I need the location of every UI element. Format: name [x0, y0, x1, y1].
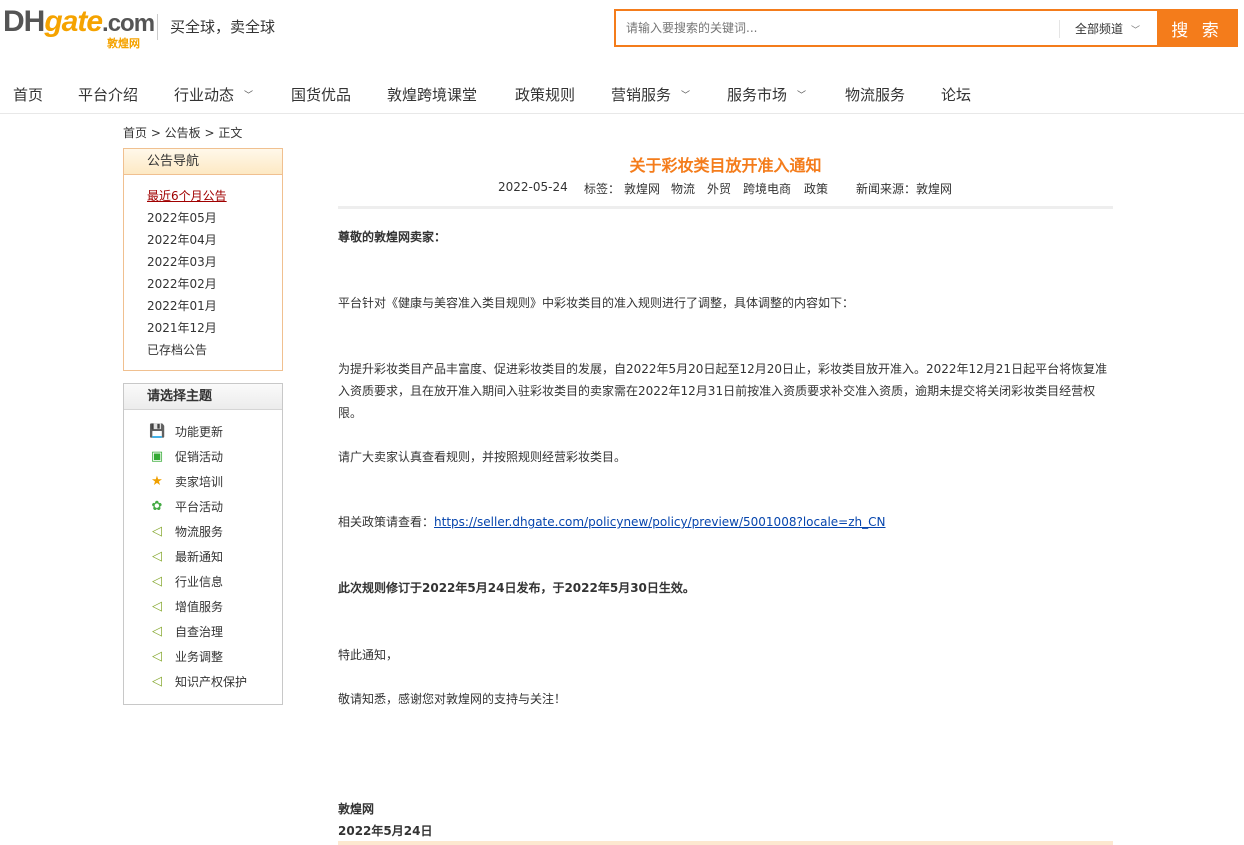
search-category-select[interactable]: 全部频道 ﹀	[1059, 20, 1159, 38]
bottom-divider	[338, 841, 1113, 845]
article-date: 2022-05-24	[498, 180, 568, 194]
source-name: 敦煌网	[916, 182, 953, 196]
topic-item[interactable]: ◁ 业务调整	[149, 649, 247, 674]
gift-icon: ▣	[150, 449, 164, 464]
topic-item[interactable]: ◁ 增值服务	[149, 599, 247, 624]
breadcrumb[interactable]: 首页 > 公告板 > 正文	[123, 124, 242, 141]
topic-item[interactable]: 💾 功能更新	[149, 424, 247, 449]
signature-org: 敦煌网	[338, 802, 375, 816]
save-icon: 💾	[149, 424, 166, 439]
notice-nav-item[interactable]: 已存档公告	[147, 342, 227, 364]
paragraph: 请广大卖家认真查看规则，并按照规则经营彩妆类目。	[338, 450, 627, 464]
notice-nav-item[interactable]: 2022年03月	[147, 254, 227, 276]
topic-item[interactable]: ◁ 自查治理	[149, 624, 247, 649]
notice-nav-item[interactable]: 2022年02月	[147, 276, 227, 298]
notice-nav-item[interactable]: 2022年01月	[147, 298, 227, 320]
tags-label: 标签：	[584, 182, 621, 196]
nav-domestic-goods[interactable]: 国货优品	[291, 84, 351, 105]
speaker-icon: ◁	[152, 524, 162, 539]
chevron-down-icon: ﹀	[244, 91, 254, 101]
topic-item[interactable]: ★ 卖家培训	[149, 474, 247, 499]
panel-title: 公告导航	[124, 149, 282, 175]
chevron-down-icon: ﹀	[1131, 26, 1141, 36]
notice-nav-item[interactable]: 2022年05月	[147, 210, 227, 232]
tag-link[interactable]: 敦煌网	[624, 180, 660, 197]
search-bar: 全部频道﹀ 搜 索	[614, 9, 1238, 47]
paragraph: 特此通知，	[338, 648, 399, 662]
policy-link[interactable]: https://seller.dhgate.com/policynew/poli…	[434, 515, 885, 529]
chevron-down-icon: ﹀	[797, 91, 807, 101]
slogan: 买全球，卖全球	[170, 18, 276, 36]
main-nav: 首页 平台介绍 行业动态 ﹀ 国货优品 敦煌跨境课堂 政策规则 营销服务 ﹀ 服务市…	[0, 72, 1244, 114]
tag-link[interactable]: 政策	[804, 180, 828, 197]
tag-link[interactable]: 外贸	[707, 180, 731, 197]
tag-link[interactable]: 物流	[671, 180, 695, 197]
topic-item[interactable]: ◁ 物流服务	[149, 524, 247, 549]
notice-nav-item[interactable]: 最近6个月公告	[147, 188, 227, 210]
topic-item[interactable]: ✿ 平台活动	[149, 499, 247, 524]
speaker-icon: ◁	[152, 624, 162, 639]
nav-forum[interactable]: 论坛	[941, 84, 971, 105]
nav-marketing[interactable]: 营销服务 ﹀	[611, 84, 690, 105]
speaker-icon: ◁	[152, 649, 162, 664]
dhgate-logo[interactable]: DHgate.com 敦煌网	[3, 5, 155, 50]
article-title: 关于彩妆类目放开准入通知	[629, 156, 822, 175]
notice-nav-item[interactable]: 2022年04月	[147, 232, 227, 254]
policy-paragraph: 相关政策请查看：https://seller.dhgate.com/policy…	[338, 515, 886, 529]
logo-divider	[157, 14, 158, 40]
nav-logistics[interactable]: 物流服务	[845, 84, 905, 105]
sprout-icon: ✿	[151, 499, 163, 514]
chevron-down-icon: ﹀	[681, 91, 691, 101]
signature-date: 2022年5月24日	[338, 824, 433, 838]
star-icon: ★	[151, 474, 163, 489]
nav-classroom[interactable]: 敦煌跨境课堂	[387, 84, 477, 105]
nav-service-market[interactable]: 服务市场 ﹀	[727, 84, 806, 105]
panel-title: 请选择主题	[124, 384, 282, 410]
site-header: DHgate.com 敦煌网 买全球，卖全球 全部频道﹀ 搜 索	[0, 0, 1244, 60]
topic-item[interactable]: ◁ 行业信息	[149, 574, 247, 599]
source-label: 新闻来源：	[856, 182, 917, 196]
effective-date: 此次规则修订于2022年5月24日发布，于2022年5月30日生效。	[338, 581, 695, 595]
nav-home[interactable]: 首页	[13, 84, 43, 105]
paragraph: 平台针对《健康与美容准入类目规则》中彩妆类目的准入规则进行了调整，具体调整的内容…	[338, 296, 855, 310]
speaker-icon: ◁	[152, 599, 162, 614]
notice-nav-panel: 公告导航 最近6个月公告 2022年05月 2022年04月 2022年03月 …	[123, 148, 283, 371]
speaker-icon: ◁	[152, 674, 162, 689]
title-divider	[338, 206, 1113, 209]
topic-item[interactable]: ▣ 促销活动	[149, 449, 247, 474]
topic-item[interactable]: ◁ 最新通知	[149, 549, 247, 574]
nav-platform-intro[interactable]: 平台介绍	[78, 84, 138, 105]
search-button[interactable]: 搜 索	[1157, 9, 1237, 47]
speaker-icon: ◁	[152, 574, 162, 589]
speaker-icon: ◁	[152, 549, 162, 564]
search-input[interactable]	[616, 11, 1056, 45]
nav-industry-news[interactable]: 行业动态 ﹀	[174, 84, 253, 105]
paragraph: 敬请知悉，感谢您对敦煌网的支持与关注！	[338, 692, 567, 706]
paragraph: 为提升彩妆类目产品丰富度、促进彩妆类目的发展，自2022年5月20日起至12月2…	[338, 362, 1108, 420]
nav-policy-rules[interactable]: 政策规则	[515, 84, 575, 105]
tag-link[interactable]: 跨境电商	[743, 180, 791, 197]
topic-item[interactable]: ◁ 知识产权保护	[149, 674, 247, 699]
greeting: 尊敬的敦煌网卖家：	[338, 230, 447, 244]
notice-nav-item[interactable]: 2021年12月	[147, 320, 227, 342]
topic-panel: 请选择主题 💾 功能更新 ▣ 促销活动 ★ 卖家培训 ✿ 平台活动 ◁ 物流服务 ◁ 最新通…	[123, 383, 283, 705]
